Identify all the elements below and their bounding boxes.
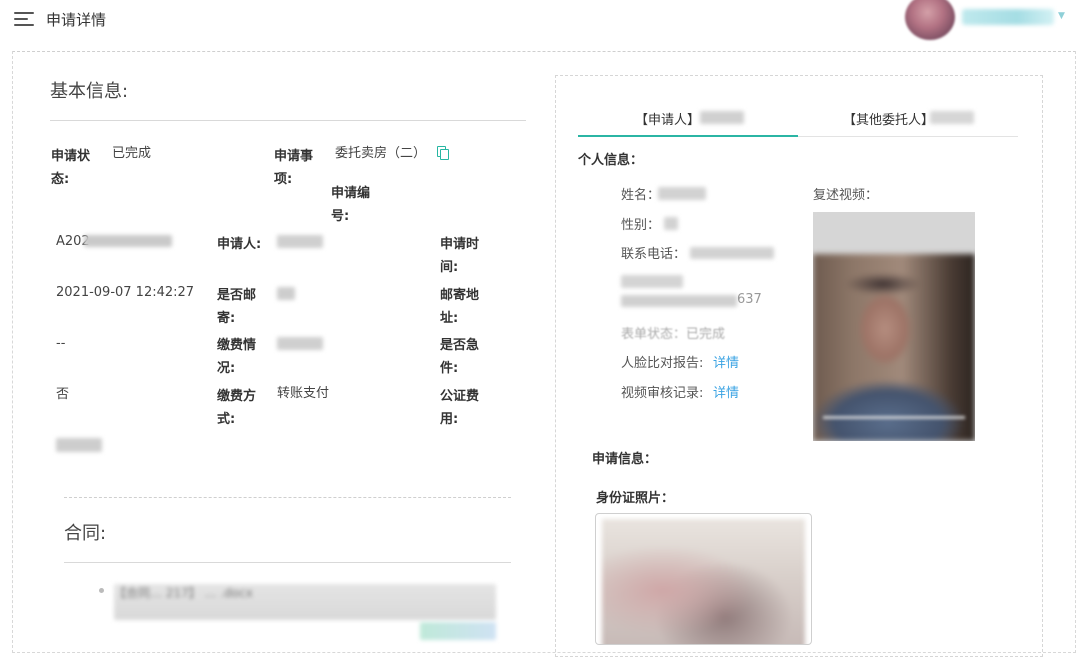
phone-value-blurred [690,247,774,259]
is-mail-value-blurred [277,287,295,300]
contract-title: 合同: [64,523,107,544]
section-divider [64,497,511,498]
video-review-label: 视频审核记录: [621,386,704,401]
id-number-suffix: 637 [737,292,762,307]
number-label: 申请编号: [331,186,371,224]
list-bullet [99,588,104,593]
mail-address-value: -- [56,336,66,351]
payment-status-value-blurred [277,337,323,350]
divider [50,120,526,121]
basic-info-title: 基本信息: [50,81,129,102]
id-card-photo[interactable] [595,513,812,645]
user-name-blurred[interactable] [962,9,1054,25]
divider [64,562,511,563]
contract-file-link[interactable]: 【合同… 217】 … .docx [114,584,496,620]
id-number-label-blurred [621,275,683,288]
phone-label: 联系电话： [621,247,687,262]
chevron-down-icon[interactable]: ▼ [1058,11,1065,21]
face-report-link[interactable]: 详情 [713,352,739,371]
gender-value-blurred [664,217,678,230]
application-number-blurred [84,235,172,247]
notary-fee-value-blurred [56,438,102,452]
tab-applicant[interactable]: 【申请人】 [635,109,700,128]
is-mail-label: 是否邮寄: [217,288,257,326]
applicant-label: 申请人: [217,237,262,252]
tab-active-indicator [578,135,798,137]
id-number-value-blurred [621,295,737,307]
video-review-link[interactable]: 详情 [713,382,739,401]
video-label: 复述视频： [813,188,879,203]
apply-time-value: 2021-09-07 12:42:27 [56,285,195,300]
urgent-value: 否 [56,387,70,402]
tab-other-name-blurred [930,111,974,124]
apply-info-title: 申请信息： [592,452,658,467]
tab-other-principals[interactable]: 【其他委托人】 [843,109,934,128]
matter-label: 申请事项: [274,149,314,187]
mail-address-label: 邮寄地址: [440,288,480,326]
applicant-value-blurred [277,235,323,248]
notary-fee-label: 公证费用: [440,389,480,427]
apply-time-label: 申请时间: [440,237,480,275]
status-label: 申请状态: [51,149,91,187]
avatar[interactable] [905,0,955,40]
page-title: 申请详情 [46,11,107,29]
tab-applicant-name-blurred [700,111,744,124]
id-photo-label: 身份证照片： [596,491,675,506]
face-report-label: 人脸比对报告: [621,356,704,371]
matter-value: 委托卖房（二） [335,146,427,161]
payment-status-label: 缴费情况: [217,338,257,376]
download-button-blurred[interactable] [420,622,496,640]
status-value: 已完成 [112,146,152,161]
personal-info-title: 个人信息： [578,153,644,168]
form-status: 表单状态：已完成 [621,327,726,342]
copy-icon[interactable] [437,146,449,160]
name-value-blurred [658,187,706,200]
retell-video-player[interactable] [813,212,975,441]
payment-method-value: 转账支付 [277,386,330,401]
payment-method-label: 缴费方式: [217,389,257,427]
menu-icon[interactable] [14,11,34,27]
urgent-label: 是否急件: [440,338,480,376]
name-label: 姓名： [621,188,661,203]
top-bar: 申请详情 ▼ [0,0,1080,48]
gender-label: 性别： [621,218,661,233]
